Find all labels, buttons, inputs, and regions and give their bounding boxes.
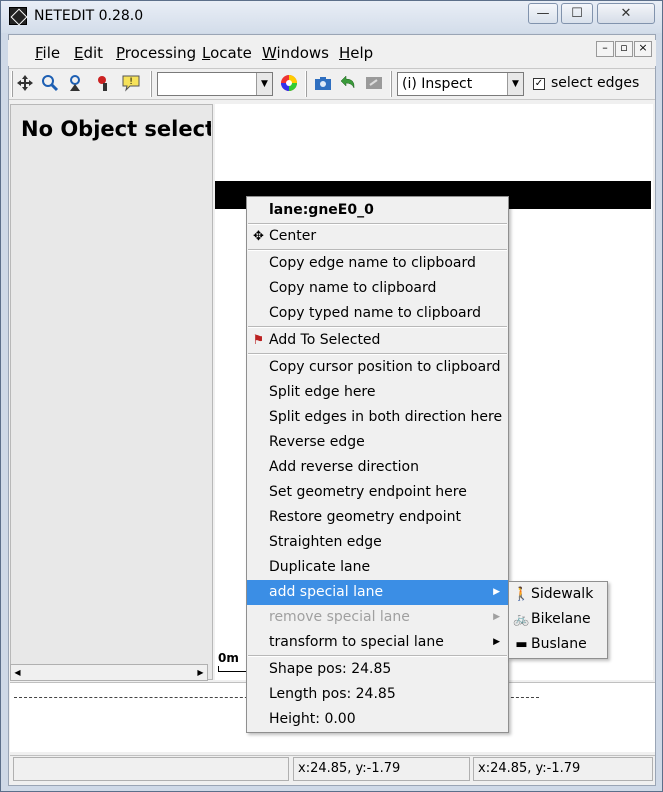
submenu-arrow-icon: ▶: [493, 587, 500, 597]
chevron-down-icon[interactable]: ▼: [256, 73, 272, 95]
scroll-right-icon[interactable]: ▶: [193, 664, 208, 681]
menu-locate[interactable]: Locate: [202, 44, 252, 62]
flag-icon: ⚑: [252, 333, 265, 348]
menu-item-copy-cursor-position[interactable]: Copy cursor position to clipboard: [247, 355, 508, 380]
menu-item-label: add special lane: [269, 584, 384, 600]
menu-windows-accel: W: [262, 44, 277, 62]
locate-edge-icon[interactable]: [66, 74, 86, 94]
menu-item-label: Add To Selected: [269, 332, 381, 348]
menu-item-add-reverse-direction[interactable]: Add reverse direction: [247, 455, 508, 480]
menu-item-remove-special-lane: remove special lane ▶: [247, 605, 508, 630]
menu-edit[interactable]: Edit: [74, 44, 103, 62]
menu-locate-accel: L: [202, 44, 211, 62]
menu-item-split-edges-both[interactable]: Split edges in both direction here: [247, 405, 508, 430]
menu-item-label: Center: [269, 228, 317, 244]
toolbar-grip[interactable]: [11, 71, 13, 97]
redo-icon[interactable]: [364, 74, 384, 94]
menu-item-set-geometry-endpoint[interactable]: Set geometry endpoint here: [247, 480, 508, 505]
bus-icon: ▬: [515, 637, 528, 652]
submenu-item-buslane[interactable]: ▬ Buslane: [509, 632, 607, 657]
menu-item-reverse-edge[interactable]: Reverse edge: [247, 430, 508, 455]
menu-item-duplicate-lane[interactable]: Duplicate lane: [247, 555, 508, 580]
menu-item-add-to-selected[interactable]: ⚑ Add To Selected: [247, 328, 508, 353]
menu-item-copy-name[interactable]: Copy name to clipboard: [247, 276, 508, 301]
select-edges-label: select edges: [551, 75, 640, 91]
status-message: [13, 757, 289, 781]
menu-processing-accel: P: [116, 44, 125, 62]
undo-icon[interactable]: [338, 74, 358, 94]
mdi-controls: – ▫ ×: [596, 41, 654, 57]
menu-bar: [8, 40, 656, 66]
submenu-arrow-icon: ▶: [493, 637, 500, 647]
close-button[interactable]: ✕: [597, 3, 655, 24]
menu-file-label: ile: [42, 44, 61, 62]
locate-junction-icon[interactable]: [40, 74, 60, 94]
menu-processing-label: rocessing: [124, 44, 197, 62]
center-icon[interactable]: [15, 74, 35, 94]
menu-help[interactable]: Help: [339, 44, 373, 62]
chevron-down-icon[interactable]: ▼: [507, 73, 523, 95]
menu-item-restore-geometry-endpoint[interactable]: Restore geometry endpoint: [247, 505, 508, 530]
submenu-item-sidewalk[interactable]: 🚶 Sidewalk: [509, 582, 607, 607]
submenu-item-label: Bikelane: [531, 611, 591, 627]
center-icon: ✥: [253, 229, 264, 244]
window-title: NETEDIT 0.28.0: [34, 8, 144, 24]
menu-item-copy-edge-name[interactable]: Copy edge name to clipboard: [247, 251, 508, 276]
minimize-button[interactable]: —: [528, 3, 558, 24]
menu-item-length-pos: Length pos: 24.85: [269, 686, 396, 702]
scale-label: 0m: [218, 651, 239, 665]
menu-processing[interactable]: Processing: [116, 44, 196, 62]
bicycle-icon: 🚲: [513, 612, 530, 627]
mdi-minimize-button[interactable]: –: [596, 41, 614, 57]
toolbar-grip[interactable]: [305, 71, 307, 97]
menu-edit-label: dit: [83, 44, 104, 62]
menu-windows-label: indows: [276, 44, 329, 62]
menu-item-label: remove special lane: [269, 609, 410, 625]
menu-file-accel: F: [35, 44, 43, 62]
toolbar-grip[interactable]: [150, 71, 152, 97]
menu-item-split-edge[interactable]: Split edge here: [247, 380, 508, 405]
inspector-panel: [10, 104, 213, 680]
menu-item-height: Height: 0.00: [269, 711, 356, 727]
toolbar-grip[interactable]: [390, 71, 392, 97]
mdi-close-button[interactable]: ×: [634, 41, 652, 57]
menu-item-center[interactable]: ✥ Center: [247, 224, 508, 249]
locate-tls-icon[interactable]: [93, 74, 113, 94]
status-geo-position: x:24.85, y:-1.79: [473, 757, 653, 781]
mode-combo[interactable]: (i) Inspect ▼: [397, 72, 524, 96]
menu-locate-label: ocate: [210, 44, 252, 62]
maximize-button[interactable]: ☐: [561, 3, 593, 24]
select-edges-checkbox[interactable]: ✓: [533, 78, 545, 90]
menu-item-transform-special-lane[interactable]: transform to special lane ▶: [247, 630, 508, 655]
scroll-left-icon[interactable]: ◀: [10, 664, 25, 681]
menu-item-straighten-edge[interactable]: Straighten edge: [247, 530, 508, 555]
submenu-item-label: Buslane: [531, 636, 587, 652]
menu-help-label: elp: [350, 44, 374, 62]
menu-item-add-special-lane[interactable]: add special lane ▶: [247, 580, 508, 605]
netedit-app-icon: [9, 7, 27, 25]
menu-item-label: transform to special lane: [269, 634, 444, 650]
mode-value: (i) Inspect: [402, 76, 473, 92]
submenu-arrow-icon: ▶: [493, 612, 500, 622]
no-object-heading: No Object selected: [21, 117, 211, 141]
color-wheel-icon[interactable]: [279, 74, 299, 94]
submenu-item-bikelane[interactable]: 🚲 Bikelane: [509, 607, 607, 632]
menu-file[interactable]: File: [35, 44, 60, 62]
scale-bar: [218, 666, 248, 672]
view-settings-combo[interactable]: ▼: [157, 72, 273, 96]
menu-windows[interactable]: Windows: [262, 44, 329, 62]
menu-item-copy-typed-name[interactable]: Copy typed name to clipboard: [247, 301, 508, 326]
submenu-item-label: Sidewalk: [531, 586, 594, 602]
menu-help-accel: H: [339, 44, 351, 62]
svg-text:!: !: [129, 77, 133, 87]
screenshot-icon[interactable]: [313, 74, 333, 94]
pedestrian-icon: 🚶: [513, 587, 530, 602]
status-cursor-position: x:24.85, y:-1.79: [293, 757, 470, 781]
menu-item-shape-pos: Shape pos: 24.85: [269, 661, 392, 677]
horizontal-scrollbar[interactable]: [10, 664, 208, 681]
popup-header: lane:gneE0_0: [269, 202, 374, 218]
mdi-restore-button[interactable]: ▫: [615, 41, 633, 57]
tooltip-icon[interactable]: !: [121, 74, 141, 94]
